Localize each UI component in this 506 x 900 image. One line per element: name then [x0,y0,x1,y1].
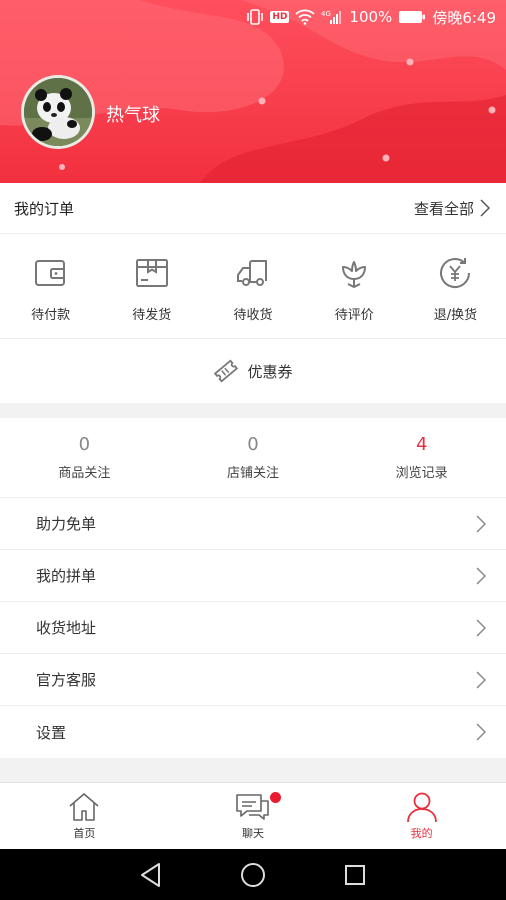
menu-item-label: 我的拼单 [36,567,97,585]
tab-label: 聊天 [242,827,264,840]
status-label: 待收货 [233,308,273,323]
chevron-right-icon [476,566,486,585]
wifi-icon [295,9,316,25]
tab-label: 首页 [73,827,96,840]
coupon-icon [214,359,239,383]
menu-item-label: 官方客服 [36,671,97,689]
package-icon [135,259,168,287]
unread-badge [269,792,281,803]
network-label: 4G [321,10,331,18]
wallet-icon [34,260,65,286]
battery-percent: 100% [349,8,393,26]
status-label: 待发货 [132,308,172,323]
chevron-right-icon [476,670,486,689]
status-pending-review[interactable]: 待评价 [304,234,405,338]
flower-icon [342,261,367,289]
hd-icon: HD [270,11,290,23]
stats-row: 0 商品关注 0 店铺关注 4 浏览记录 [0,418,506,498]
vibrate-icon [246,9,264,25]
stat-value: 0 [247,434,259,455]
recents-icon[interactable] [343,863,367,887]
coupon-button[interactable]: 优惠券 [0,339,506,403]
orders-title: 我的订单 [14,199,75,218]
back-icon[interactable] [139,862,163,888]
menu-item-settings[interactable]: 设置 [0,706,506,758]
chevron-right-icon [476,514,486,533]
status-pending-receipt[interactable]: 待收货 [202,234,303,338]
view-all-orders-link[interactable]: 查看全部 [414,198,490,219]
stat-product-follows[interactable]: 0 商品关注 [0,418,169,497]
menu-item-assist-free[interactable]: 助力免单 [0,498,506,550]
user-icon [406,792,437,822]
stat-value: 4 [415,434,428,455]
stat-shop-follows[interactable]: 0 店铺关注 [169,418,338,497]
yen-refund-icon [440,258,471,288]
username: 热气球 [106,105,160,126]
stat-browse-history[interactable]: 4 浏览记录 [337,418,506,497]
order-status-row: 待付款 待发货 待收货 待评价 退/换货 [0,234,506,339]
system-nav-bar [0,849,506,900]
battery-icon [398,10,426,24]
menu-item-shipping-address[interactable]: 收货地址 [0,602,506,654]
view-all-label: 查看全部 [413,199,474,218]
status-bar: HD 4G 100% 傍晚6:49 [246,6,496,28]
menu-item-label: 收货地址 [36,619,97,637]
menu-item-label: 设置 [36,723,67,742]
truck-icon [237,260,267,286]
tab-label: 我的 [410,827,433,840]
chevron-right-icon [476,723,486,741]
menu-item-label: 助力免单 [36,515,97,533]
tab-home[interactable]: 首页 [0,783,169,849]
chevron-right-icon [476,618,486,637]
status-time: 傍晚6:49 [432,8,496,27]
status-pending-payment[interactable]: 待付款 [0,234,101,338]
status-pending-shipment[interactable]: 待发货 [101,234,202,338]
status-refund-exchange[interactable]: 退/换货 [405,234,506,338]
stat-value: 0 [78,434,91,455]
tab-mine[interactable]: 我的 [337,783,506,849]
menu-item-customer-service[interactable]: 官方客服 [0,654,506,706]
bottom-tab-bar: 首页 聊天 我的 [0,782,506,849]
status-label: 退/换货 [433,308,478,323]
coupon-label: 优惠券 [247,362,293,381]
avatar[interactable] [21,75,95,149]
menu-item-group-orders[interactable]: 我的拼单 [0,550,506,602]
status-label: 待付款 [31,308,71,323]
home-circle-icon[interactable] [240,862,266,888]
stat-label: 店铺关注 [227,466,280,481]
orders-card: 我的订单 查看全部 待付款 待发货 待收货 待评价 退/换货 优惠券 [0,183,506,403]
orders-header: 我的订单 查看全部 [0,183,506,234]
menu-list: 助力免单 我的拼单 收货地址 官方客服 设置 [0,498,506,758]
signal-icon: 4G [321,9,343,25]
stat-label: 浏览记录 [395,466,448,481]
profile-header: HD 4G 100% 傍晚6:49 热气球 [0,0,506,183]
chevron-right-icon [480,199,490,217]
panda-avatar-image [24,78,92,146]
stat-label: 商品关注 [58,466,111,481]
chat-icon [236,794,269,820]
tab-chat[interactable]: 聊天 [169,783,338,849]
home-icon [69,793,99,821]
status-label: 待评价 [334,308,374,323]
